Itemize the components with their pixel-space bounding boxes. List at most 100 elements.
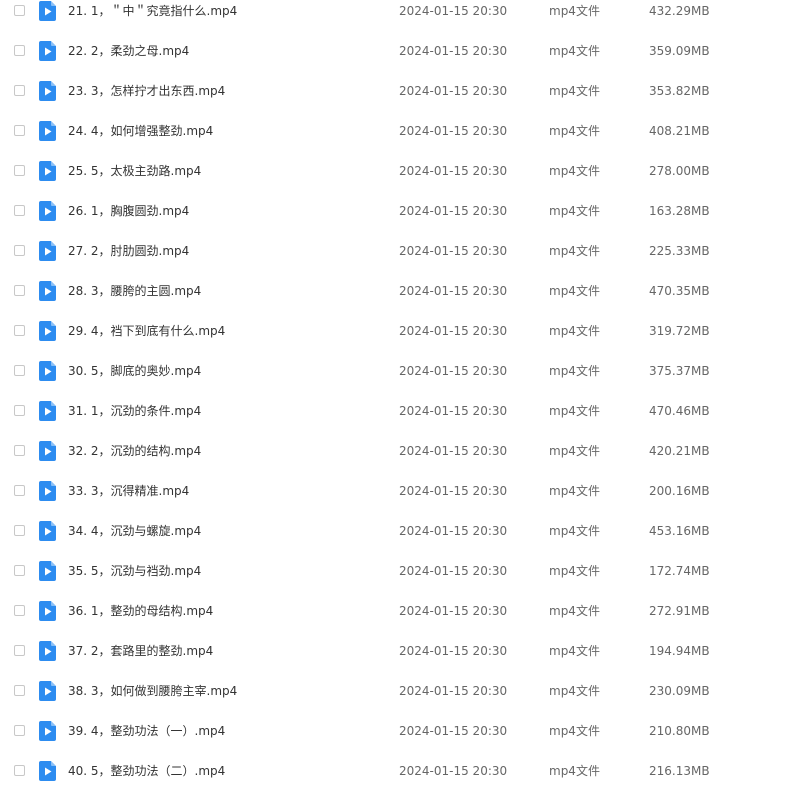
file-size: 210.80MB [649,724,710,738]
file-row[interactable]: 32. 2，沉劲的结构.mp4 2024-01-15 20:30 mp4文件 4… [0,431,788,471]
file-size: 375.37MB [649,364,710,378]
row-checkbox[interactable] [14,245,25,256]
file-name[interactable]: 30. 5，脚底的奥妙.mp4 [68,351,201,391]
row-checkbox[interactable] [14,685,25,696]
file-type: mp4文件 [549,164,600,178]
row-checkbox[interactable] [14,285,25,296]
file-name[interactable]: 35. 5，沉劲与裆劲.mp4 [68,551,201,591]
row-checkbox[interactable] [14,645,25,656]
file-name[interactable]: 32. 2，沉劲的结构.mp4 [68,431,201,471]
row-checkbox[interactable] [14,365,25,376]
file-row[interactable]: 40. 5，整劲功法（二）.mp4 2024-01-15 20:30 mp4文件… [0,751,788,791]
video-file-icon [39,321,56,341]
video-file-icon [39,241,56,261]
file-row[interactable]: 36. 1，整劲的母结构.mp4 2024-01-15 20:30 mp4文件 … [0,591,788,631]
row-checkbox[interactable] [14,45,25,56]
file-type: mp4文件 [549,444,600,458]
row-checkbox[interactable] [14,405,25,416]
file-row[interactable]: 34. 4，沉劲与螺旋.mp4 2024-01-15 20:30 mp4文件 4… [0,511,788,551]
row-checkbox[interactable] [14,725,25,736]
video-file-icon [39,561,56,581]
file-name[interactable]: 37. 2，套路里的整劲.mp4 [68,631,213,671]
file-date: 2024-01-15 20:30 [399,124,508,138]
file-size: 432.29MB [649,4,710,18]
file-type: mp4文件 [549,284,600,298]
file-date: 2024-01-15 20:30 [399,644,508,658]
row-checkbox[interactable] [14,205,25,216]
file-date: 2024-01-15 20:30 [399,724,508,738]
file-row[interactable]: 31. 1，沉劲的条件.mp4 2024-01-15 20:30 mp4文件 4… [0,391,788,431]
file-date: 2024-01-15 20:30 [399,84,508,98]
row-checkbox[interactable] [14,605,25,616]
file-name[interactable]: 22. 2，柔劲之母.mp4 [68,31,189,71]
file-name[interactable]: 24. 4，如何增强整劲.mp4 [68,111,213,151]
video-file-icon [39,521,56,541]
file-name[interactable]: 27. 2，肘肋圆劲.mp4 [68,231,189,271]
file-row[interactable]: 28. 3，腰胯的主圆.mp4 2024-01-15 20:30 mp4文件 4… [0,271,788,311]
row-checkbox[interactable] [14,5,25,16]
row-checkbox[interactable] [14,125,25,136]
file-row[interactable]: 24. 4，如何增强整劲.mp4 2024-01-15 20:30 mp4文件 … [0,111,788,151]
file-type: mp4文件 [549,644,600,658]
file-name[interactable]: 29. 4，裆下到底有什么.mp4 [68,311,225,351]
file-name[interactable]: 38. 3，如何做到腰胯主宰.mp4 [68,671,237,711]
file-row[interactable]: 22. 2，柔劲之母.mp4 2024-01-15 20:30 mp4文件 35… [0,31,788,71]
file-name[interactable]: 33. 3，沉得精准.mp4 [68,471,189,511]
file-name[interactable]: 31. 1，沉劲的条件.mp4 [68,391,201,431]
file-row[interactable]: 26. 1，胸腹圆劲.mp4 2024-01-15 20:30 mp4文件 16… [0,191,788,231]
row-checkbox[interactable] [14,525,25,536]
file-row[interactable]: 30. 5，脚底的奥妙.mp4 2024-01-15 20:30 mp4文件 3… [0,351,788,391]
file-row[interactable]: 37. 2，套路里的整劲.mp4 2024-01-15 20:30 mp4文件 … [0,631,788,671]
file-size: 420.21MB [649,444,710,458]
file-size: 278.00MB [649,164,710,178]
file-row[interactable]: 38. 3，如何做到腰胯主宰.mp4 2024-01-15 20:30 mp4文… [0,671,788,711]
video-file-icon [39,41,56,61]
file-type: mp4文件 [549,764,600,778]
file-type: mp4文件 [549,724,600,738]
file-row[interactable]: 27. 2，肘肋圆劲.mp4 2024-01-15 20:30 mp4文件 22… [0,231,788,271]
file-name[interactable]: 21. 1，＂中＂究竟指什么.mp4 [68,0,237,31]
video-file-icon [39,361,56,381]
file-size: 359.09MB [649,44,710,58]
file-name[interactable]: 39. 4，整劲功法（一）.mp4 [68,711,225,751]
file-date: 2024-01-15 20:30 [399,284,508,298]
file-size: 470.35MB [649,284,710,298]
row-checkbox[interactable] [14,565,25,576]
file-name[interactable]: 34. 4，沉劲与螺旋.mp4 [68,511,201,551]
file-type: mp4文件 [549,524,600,538]
file-size: 272.91MB [649,604,710,618]
file-row[interactable]: 21. 1，＂中＂究竟指什么.mp4 2024-01-15 20:30 mp4文… [0,0,788,31]
file-size: 230.09MB [649,684,710,698]
file-date: 2024-01-15 20:30 [399,564,508,578]
file-name[interactable]: 36. 1，整劲的母结构.mp4 [68,591,213,631]
file-name[interactable]: 23. 3，怎样拧才出东西.mp4 [68,71,225,111]
file-type: mp4文件 [549,684,600,698]
file-size: 353.82MB [649,84,710,98]
file-row[interactable]: 35. 5，沉劲与裆劲.mp4 2024-01-15 20:30 mp4文件 1… [0,551,788,591]
file-row[interactable]: 33. 3，沉得精准.mp4 2024-01-15 20:30 mp4文件 20… [0,471,788,511]
video-file-icon [39,401,56,421]
video-file-icon [39,161,56,181]
file-name[interactable]: 40. 5，整劲功法（二）.mp4 [68,751,225,791]
file-name[interactable]: 26. 1，胸腹圆劲.mp4 [68,191,189,231]
file-size: 225.33MB [649,244,710,258]
row-checkbox[interactable] [14,325,25,336]
file-date: 2024-01-15 20:30 [399,324,508,338]
row-checkbox[interactable] [14,165,25,176]
row-checkbox[interactable] [14,765,25,776]
file-date: 2024-01-15 20:30 [399,364,508,378]
file-row[interactable]: 23. 3，怎样拧才出东西.mp4 2024-01-15 20:30 mp4文件… [0,71,788,111]
video-file-icon [39,81,56,101]
file-name[interactable]: 25. 5，太极主劲路.mp4 [68,151,201,191]
row-checkbox[interactable] [14,85,25,96]
file-row[interactable]: 39. 4，整劲功法（一）.mp4 2024-01-15 20:30 mp4文件… [0,711,788,751]
row-checkbox[interactable] [14,485,25,496]
file-row[interactable]: 29. 4，裆下到底有什么.mp4 2024-01-15 20:30 mp4文件… [0,311,788,351]
file-row[interactable]: 25. 5，太极主劲路.mp4 2024-01-15 20:30 mp4文件 2… [0,151,788,191]
file-date: 2024-01-15 20:30 [399,164,508,178]
row-checkbox[interactable] [14,445,25,456]
file-date: 2024-01-15 20:30 [399,604,508,618]
file-date: 2024-01-15 20:30 [399,444,508,458]
file-name[interactable]: 28. 3，腰胯的主圆.mp4 [68,271,201,311]
file-date: 2024-01-15 20:30 [399,4,508,18]
